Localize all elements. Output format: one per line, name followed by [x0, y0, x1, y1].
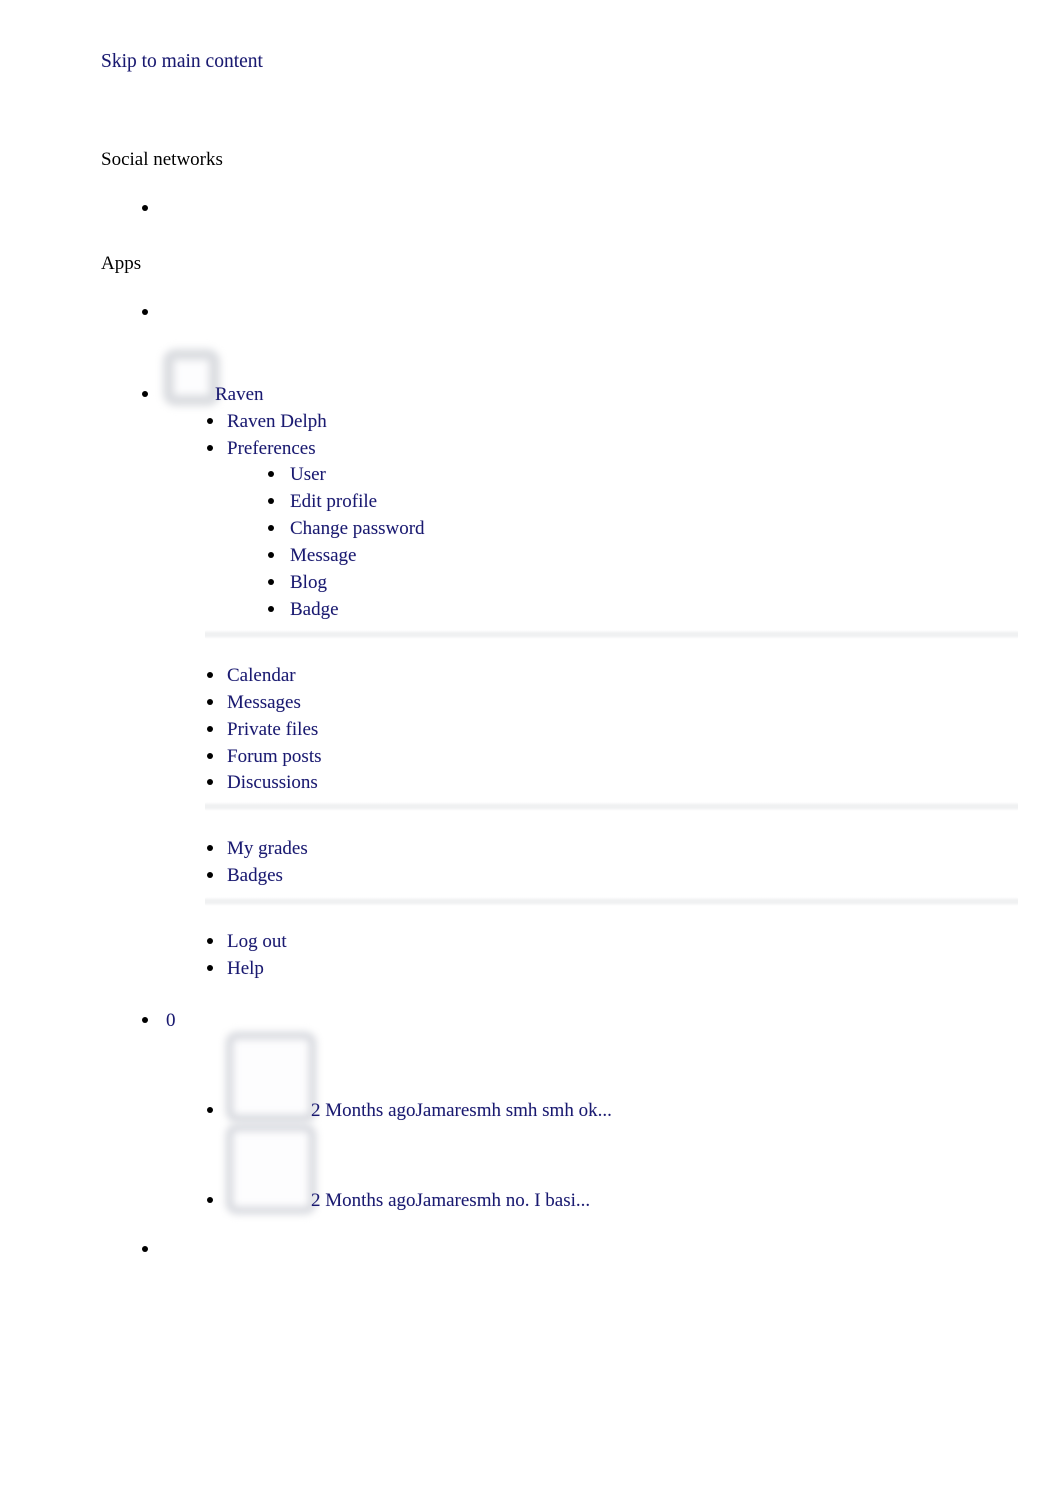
- social-networks-bullet: [142, 205, 148, 211]
- preferences-bullet-0: [268, 471, 274, 477]
- reports-bullet-1: [207, 872, 213, 878]
- avatar-broken-image-icon: [163, 349, 220, 406]
- notifications-count[interactable]: 0: [166, 1008, 176, 1034]
- message-thumbnail-broken-image-icon-1: [226, 1124, 316, 1214]
- notifications-bullet: [142, 1017, 148, 1023]
- user-menu-bullet: [142, 391, 148, 397]
- menu-item-badges[interactable]: Badges: [227, 863, 283, 889]
- social-networks-heading: Social networks: [101, 149, 223, 170]
- activity-bullet-2: [207, 726, 213, 732]
- preferences-item-badge[interactable]: Badge: [290, 597, 339, 623]
- preferences-bullet-3: [268, 552, 274, 558]
- preferences-item-user[interactable]: User: [290, 462, 326, 488]
- menu-item-forum-posts[interactable]: Forum posts: [227, 744, 322, 770]
- preferences-item-change-password[interactable]: Change password: [290, 516, 425, 542]
- preferences-item-edit-profile[interactable]: Edit profile: [290, 489, 377, 515]
- menu-item-calendar[interactable]: Calendar: [227, 663, 296, 689]
- user-menu-item-raven-delph[interactable]: Raven Delph: [227, 409, 327, 435]
- menu-item-my-grades[interactable]: My grades: [227, 836, 308, 862]
- user-menu-item-bullet-0: [207, 418, 213, 424]
- reports-bullet-0: [207, 845, 213, 851]
- menu-divider-2: [205, 802, 1018, 811]
- skip-to-main-content-link[interactable]: Skip to main content: [101, 49, 263, 75]
- user-menu-username-link[interactable]: Raven: [215, 382, 264, 408]
- menu-divider-1: [205, 630, 1018, 639]
- message-bullet-0: [207, 1107, 213, 1113]
- session-bullet-0: [207, 938, 213, 944]
- menu-item-messages[interactable]: Messages: [227, 690, 301, 716]
- trailing-bullet: [142, 1246, 148, 1252]
- session-bullet-1: [207, 965, 213, 971]
- preferences-bullet-5: [268, 606, 274, 612]
- apps-bullet: [142, 309, 148, 315]
- user-menu-item-preferences[interactable]: Preferences: [227, 436, 316, 462]
- message-item-0[interactable]: 2 Months agoJamaresmh smh smh ok...: [311, 1098, 612, 1124]
- activity-bullet-1: [207, 699, 213, 705]
- preferences-bullet-4: [268, 579, 274, 585]
- preferences-bullet-2: [268, 525, 274, 531]
- message-bullet-1: [207, 1197, 213, 1203]
- menu-item-discussions[interactable]: Discussions: [227, 770, 318, 796]
- user-menu-item-bullet-1: [207, 445, 213, 451]
- page-root: Skip to main content Social networks App…: [0, 0, 1062, 1506]
- preferences-item-message[interactable]: Message: [290, 543, 356, 569]
- message-thumbnail-broken-image-icon-0: [226, 1032, 316, 1122]
- message-item-1[interactable]: 2 Months agoJamaresmh no. I basi...: [311, 1188, 590, 1214]
- menu-divider-3: [205, 897, 1018, 906]
- apps-heading: Apps: [101, 253, 142, 274]
- activity-bullet-4: [207, 779, 213, 785]
- menu-item-private-files[interactable]: Private files: [227, 717, 318, 743]
- menu-item-help[interactable]: Help: [227, 956, 264, 982]
- menu-item-log-out[interactable]: Log out: [227, 929, 287, 955]
- preferences-bullet-1: [268, 498, 274, 504]
- activity-bullet-3: [207, 753, 213, 759]
- preferences-item-blog[interactable]: Blog: [290, 570, 327, 596]
- activity-bullet-0: [207, 672, 213, 678]
